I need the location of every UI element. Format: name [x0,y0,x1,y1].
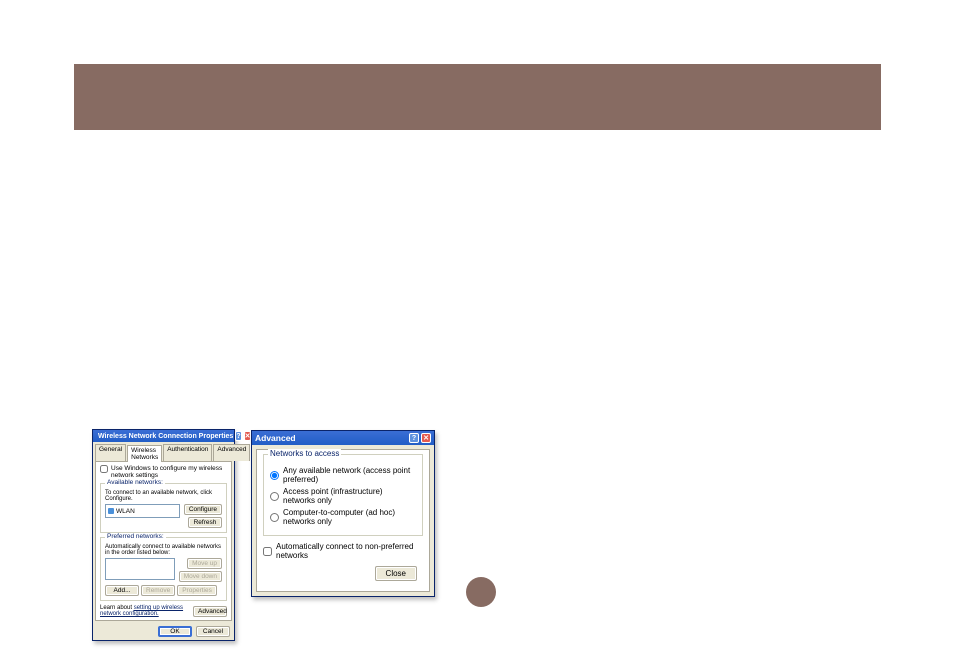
available-network-item[interactable]: WLAN [116,508,135,515]
radio-adhoc-label: Computer-to-computer (ad hoc) networks o… [283,508,416,526]
wireless-properties-dialog: Wireless Network Connection Properties ?… [92,429,235,641]
preferred-networks-list[interactable] [105,558,175,580]
available-networks-group: Available networks: To connect to an ava… [100,483,227,533]
window-title: Wireless Network Connection Properties [98,433,233,440]
add-button[interactable]: Add... [105,585,139,596]
titlebar[interactable]: Wireless Network Connection Properties ?… [93,430,234,442]
network-icon [108,508,114,514]
available-networks-legend: Available networks: [105,479,165,486]
tab-general[interactable]: General [95,444,126,461]
networks-to-access-legend: Networks to access [268,449,341,458]
radio-infrastructure[interactable] [270,492,279,501]
advanced-button[interactable]: Advanced [193,606,227,617]
decorative-circle [466,577,496,607]
tab-wireless-networks[interactable]: Wireless Networks [127,445,162,462]
radio-any-label: Any available network (access point pref… [283,466,416,484]
help-icon[interactable]: ? [235,431,241,441]
close-icon[interactable]: ✕ [421,433,431,443]
radio-adhoc-row[interactable]: Computer-to-computer (ad hoc) networks o… [270,508,416,526]
refresh-button[interactable]: Refresh [188,517,222,528]
tab-advanced[interactable]: Advanced [213,444,250,461]
radio-infrastructure-label: Access point (infrastructure) networks o… [283,487,416,505]
close-button[interactable]: Close [375,566,417,581]
dialog-footer: OK Cancel [93,623,234,640]
preferred-networks-legend: Preferred networks: [105,533,166,540]
ok-button[interactable]: OK [158,626,192,637]
radio-infrastructure-row[interactable]: Access point (infrastructure) networks o… [270,487,416,505]
radio-any[interactable] [270,471,279,480]
dialog-body: Networks to access Any available network… [256,449,430,592]
remove-button[interactable]: Remove [141,585,175,596]
auto-connect-label: Automatically connect to non-preferred n… [276,542,423,560]
radio-adhoc[interactable] [270,513,279,522]
help-icon[interactable]: ? [409,433,419,443]
learn-row: Learn about setting up wireless network … [100,605,227,617]
properties-button[interactable]: Properties [177,585,217,596]
dialog-footer: Close [263,562,423,587]
tab-body: Use Windows to configure my wireless net… [95,461,232,621]
available-networks-desc: To connect to an available network, clic… [105,490,222,502]
networks-to-access-group: Networks to access Any available network… [263,454,423,536]
move-up-button[interactable]: Move up [187,558,222,569]
radio-any-row[interactable]: Any available network (access point pref… [270,466,416,484]
tab-authentication[interactable]: Authentication [163,444,212,461]
tab-strip: General Wireless Networks Authentication… [93,442,234,461]
available-networks-list[interactable]: WLAN [105,504,180,518]
window-title: Advanced [255,433,296,443]
configure-button[interactable]: Configure [184,504,222,515]
move-down-button[interactable]: Move down [179,571,222,582]
use-windows-label: Use Windows to configure my wireless net… [111,465,227,479]
use-windows-checkbox-row[interactable]: Use Windows to configure my wireless net… [100,465,227,479]
auto-connect-checkbox[interactable] [263,547,272,556]
advanced-dialog: Advanced ? ✕ Networks to access Any avai… [251,430,435,597]
use-windows-checkbox[interactable] [100,465,108,473]
cancel-button[interactable]: Cancel [196,626,230,637]
titlebar[interactable]: Advanced ? ✕ [252,431,434,445]
page-banner [74,64,881,130]
preferred-networks-group: Preferred networks: Automatically connec… [100,537,227,601]
auto-connect-row[interactable]: Automatically connect to non-preferred n… [263,542,423,560]
preferred-networks-desc: Automatically connect to available netwo… [105,544,222,556]
